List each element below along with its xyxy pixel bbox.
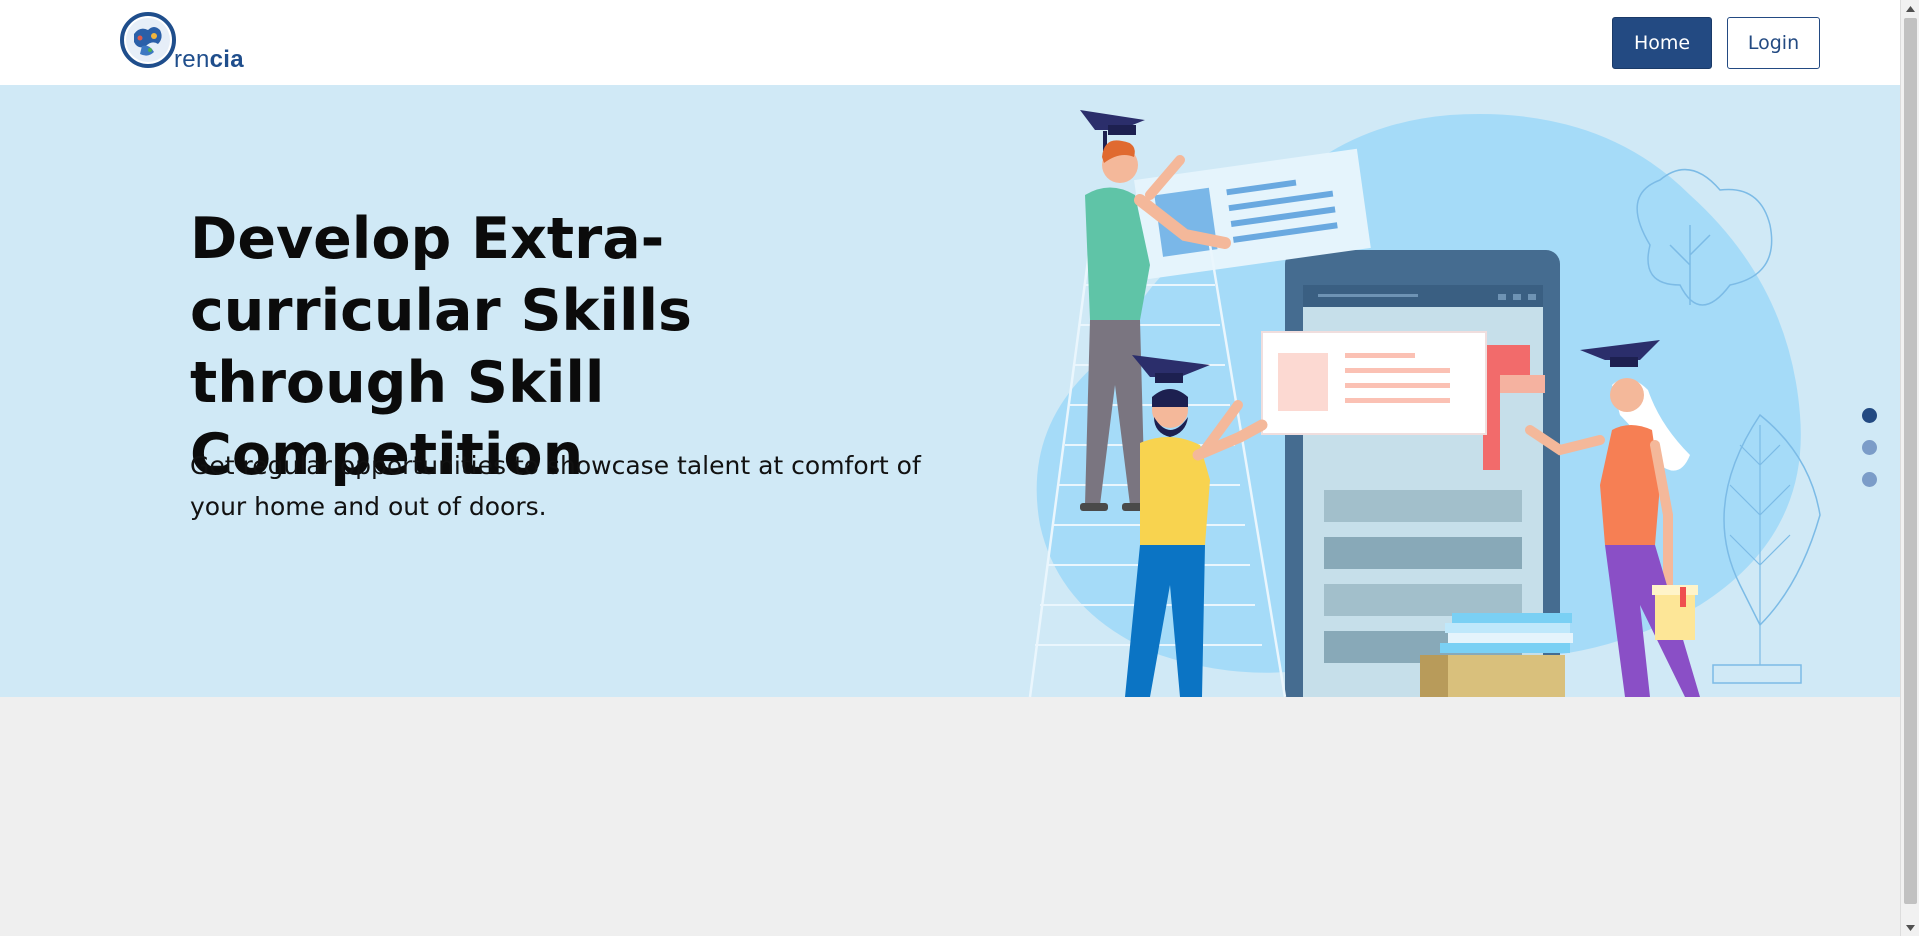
students-graduation-illustration — [1028, 110, 1821, 697]
login-button[interactable]: Login — [1727, 17, 1820, 69]
home-button[interactable]: Home — [1612, 17, 1712, 69]
scrollbar-thumb[interactable] — [1904, 18, 1917, 904]
hero-banner: Develop Extra-curricular Skills through … — [0, 85, 1900, 697]
carousel-dot-2[interactable] — [1862, 440, 1877, 455]
page-scrollbar[interactable] — [1900, 0, 1919, 936]
hero-subtitle: Get regular opportunities to showcase ta… — [190, 451, 921, 521]
top-navbar: rencia Home Login — [0, 0, 1900, 85]
carousel-dot-3[interactable] — [1862, 472, 1877, 487]
carousel-indicators — [1862, 408, 1878, 488]
carousel-dot-1[interactable] — [1862, 408, 1877, 423]
brand-logo[interactable]: rencia — [118, 10, 258, 74]
scroll-up-arrow-icon[interactable] — [1901, 0, 1919, 17]
globe-logo-icon — [120, 12, 176, 68]
brand-name: rencia — [174, 46, 244, 73]
scroll-down-arrow-icon[interactable] — [1901, 919, 1919, 936]
